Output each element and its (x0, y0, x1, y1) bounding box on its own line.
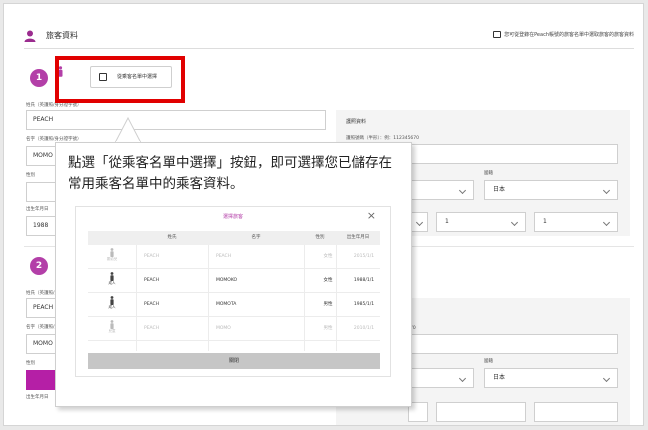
passport-number-input[interactable] (408, 334, 618, 354)
expiry-month-select[interactable] (436, 402, 526, 422)
birth-cell: 2010/1/1 (353, 326, 375, 331)
page-frame: 旅客資料 您可從登錄在Peach帳號的旅客名單中選取旅客的旅客資料 1 姓氏（英… (3, 3, 644, 426)
given-name-cell: MOMOKO (216, 278, 238, 283)
dialog-title: 選擇旅客 (222, 214, 243, 220)
chevron-down-icon (458, 374, 467, 383)
step-badge-2: 2 (30, 257, 48, 275)
surname-input[interactable]: PEACH (26, 110, 326, 130)
divider (24, 48, 634, 49)
person-icon (110, 320, 114, 329)
expiry-day-select[interactable] (534, 402, 618, 422)
table-row: 嬰幼兒 PEACH PEACH 女性 2015/1/1 (88, 245, 380, 269)
user-icon (24, 30, 36, 42)
nationality-select[interactable]: 日本 (484, 368, 618, 388)
issuing-country-select[interactable] (408, 180, 474, 200)
passenger-type: 嬰幼兒 (88, 248, 136, 262)
table-row: 兒童 PEACH MOMO 男性 2010/1/1 (88, 317, 380, 341)
issuing-country-select[interactable] (408, 368, 474, 388)
birth-cell: 2015/1/1 (353, 254, 375, 259)
gender-label: 性別 (26, 361, 35, 366)
highlight-box (55, 56, 185, 103)
gender-cell: 男性 (323, 326, 333, 331)
nationality-label: 國籍 (484, 171, 493, 176)
passenger-list-link[interactable]: 您可從登錄在Peach帳號的旅客名單中選取旅客的旅客資料 (493, 31, 634, 38)
column-header: 出生年月日 (346, 235, 370, 240)
given-name-cell: MOMOTA (216, 302, 237, 307)
column-header: 性別 (315, 235, 325, 240)
table-row[interactable]: 成人 PEACH MOMOTA 男性 1985/1/1 (88, 293, 380, 317)
passport-number-label: 護照號碼（半形）：例：112345670 (346, 136, 420, 141)
gender-label: 性別 (26, 173, 35, 178)
chevron-down-icon (415, 218, 424, 227)
column-header: 名字 (251, 235, 261, 240)
column-header: 姓氏 (167, 235, 177, 240)
passenger-type: 成人 (88, 296, 136, 310)
birth-cell: 1985/1/1 (353, 302, 375, 307)
given-name-cell: MOMO (216, 326, 231, 331)
table-row[interactable]: 成人 PEACH MOMOKO 女性 1988/1/1 (88, 269, 380, 293)
birth-label: 出生年月日 (26, 395, 49, 400)
instruction-callout: 點選「從乘客名單中選擇」按鈕，即可選擇您已儲存在常用乘客名單中的乘客資料。 選擇… (55, 142, 412, 407)
callout-pointer (115, 117, 141, 143)
select-passenger-dialog: 選擇旅客 × 姓氏 名字 性別 出生年月日 嬰幼兒 PEACH PEACH 女性 (75, 206, 391, 377)
surname-cell: PEACH (144, 302, 160, 307)
close-icon[interactable]: × (367, 210, 376, 222)
expiry-day-select[interactable]: 1 (534, 212, 618, 232)
nationality-label: 國籍 (484, 359, 493, 364)
person-icon (110, 272, 114, 281)
nationality-select[interactable]: 日本 (484, 180, 618, 200)
callout-text: 點選「從乘客名單中選擇」按鈕，即可選擇您已儲存在常用乘客名單中的乘客資料。 (68, 155, 392, 192)
chevron-down-icon (602, 186, 611, 195)
chevron-down-icon (458, 186, 467, 195)
chevron-down-icon (602, 374, 611, 383)
chevron-down-icon (602, 218, 611, 227)
table-header: 姓氏 名字 性別 出生年月日 (88, 231, 380, 245)
surname-cell: PEACH (144, 278, 160, 283)
passenger-type: 兒童 (88, 320, 136, 334)
birth-cell: 1988/1/1 (353, 278, 375, 283)
chevron-down-icon (510, 218, 519, 227)
person-icon (110, 248, 114, 257)
birth-label: 出生年月日 (26, 207, 49, 212)
gender-cell: 女性 (323, 278, 333, 283)
passport-title: 護照資料 (346, 119, 367, 125)
page-title: 旅客資料 (46, 31, 78, 40)
section-header: 旅客資料 您可從登錄在Peach帳號的旅客名單中選取旅客的旅客資料 (24, 28, 634, 48)
surname-cell: PEACH (144, 254, 160, 259)
address-book-icon (493, 31, 502, 38)
close-button[interactable]: 關閉 (88, 353, 380, 369)
person-icon (110, 296, 114, 305)
step-badge-1: 1 (30, 69, 48, 87)
given-name-cell: PEACH (216, 254, 232, 259)
expiry-month-select[interactable]: 1 (436, 212, 526, 232)
gender-cell: 男性 (323, 302, 333, 307)
passenger-type: 成人 (88, 272, 136, 286)
gender-cell: 女性 (323, 254, 333, 259)
surname-cell: PEACH (144, 326, 160, 331)
